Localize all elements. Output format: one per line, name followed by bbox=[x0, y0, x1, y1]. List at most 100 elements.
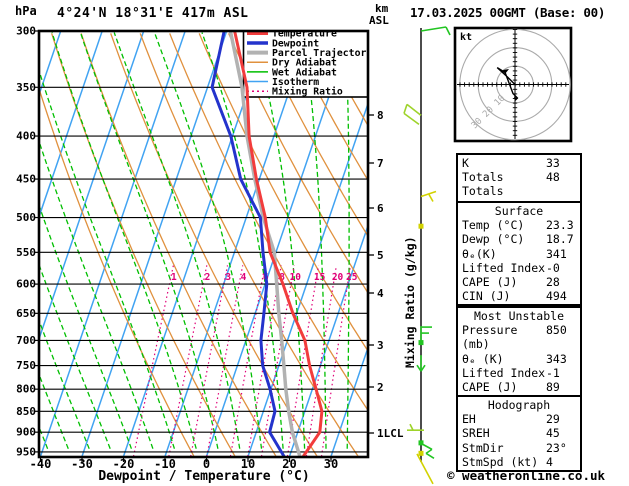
row-label: CAPE (J) bbox=[462, 275, 518, 290]
pressure-tick-label: 550 bbox=[16, 246, 36, 259]
row-value: 494 bbox=[546, 289, 567, 304]
wet-adiabat-line bbox=[51, 32, 197, 449]
row-value: 23° bbox=[546, 440, 567, 455]
table-title: Most Unstable bbox=[473, 309, 564, 323]
row-label: StmSpd (kt) bbox=[462, 454, 539, 469]
wind-barb bbox=[418, 223, 424, 229]
table-row: StmSpd (kt) 4 bbox=[458, 455, 580, 469]
mixing-ratio-value-label: 3 bbox=[225, 272, 231, 283]
pressure-tick-label: 500 bbox=[16, 211, 36, 224]
row-label: StmDir bbox=[462, 440, 504, 455]
km-tick-label: 5 bbox=[377, 249, 384, 262]
row-label: EH bbox=[462, 412, 476, 427]
pressure-tick-label: 450 bbox=[16, 173, 36, 186]
row-value: 343 bbox=[546, 351, 567, 366]
row-label: θₑ (K) bbox=[462, 351, 504, 366]
km-tick-label: 1LCL bbox=[377, 427, 404, 440]
pressure-tick-label: 650 bbox=[16, 307, 36, 320]
table-row: Dewp (°C) 18.7 bbox=[458, 232, 580, 246]
row-value: 28 bbox=[546, 275, 560, 290]
legend-item-label: Mixing Ratio bbox=[272, 86, 343, 98]
pressure-tick-label: 300 bbox=[16, 25, 36, 38]
pressure-tick-label: 400 bbox=[16, 130, 36, 143]
table-row: CAPE (J) 89 bbox=[458, 380, 580, 394]
pressure-tick-label: 850 bbox=[16, 405, 36, 418]
row-value: 341 bbox=[546, 246, 567, 261]
table-row: θₑ (K) 343 bbox=[458, 352, 580, 366]
table-row: Totals Totals 48 bbox=[458, 170, 580, 198]
altitude-unit-asl: ASL bbox=[369, 14, 389, 27]
row-label: CAPE (J) bbox=[462, 380, 518, 395]
table-title: Surface bbox=[494, 204, 544, 218]
indices-table-surface: Surface Temp (°C) 23.3 Dewp (°C) 18.7 θₑ(K) 34… bbox=[456, 201, 582, 307]
km-tick-label: 7 bbox=[377, 157, 384, 170]
mixing-ratio-value-label: 2 bbox=[205, 272, 211, 283]
mixing-ratio-value-label: 25 bbox=[346, 272, 358, 283]
wet-adiabat-line bbox=[40, 71, 176, 449]
row-value: 23.3 bbox=[546, 218, 574, 233]
table-row: SREH 45 bbox=[458, 426, 580, 440]
row-label: CIN (J) bbox=[462, 289, 511, 304]
skewt-sounding-page: 1 2 3 4 6 8 10 15 20 25 Temperature Dewpoint Parcel … bbox=[0, 0, 629, 486]
pressure-unit-label: hPa bbox=[15, 4, 37, 18]
legend: TemperatureDewpointParcel TrajectoryDry … bbox=[242, 32, 367, 98]
table-row: θₑ(K) 341 bbox=[458, 247, 580, 261]
pressure-tick-label: 700 bbox=[16, 334, 36, 347]
row-label: SREH bbox=[462, 426, 490, 441]
km-tick-label: 4 bbox=[377, 287, 384, 300]
mixing-ratio-value-label: 4 bbox=[241, 272, 247, 283]
row-label: Totals Totals bbox=[462, 170, 504, 199]
wind-barb bbox=[420, 26, 451, 36]
table-row: Temp (°C) 23.3 bbox=[458, 218, 580, 232]
row-value: 18.7 bbox=[546, 232, 574, 247]
wind-barb bbox=[403, 103, 422, 126]
table-row: K 33 bbox=[458, 156, 580, 170]
indices-table-hodograph: Hodograph EH 29 SREH 45 StmDir 23° StmSpd (kt) 4 bbox=[456, 395, 582, 473]
mixing-ratio-line bbox=[132, 265, 174, 456]
row-value: 850 bbox=[546, 323, 567, 338]
row-value: -0 bbox=[546, 260, 560, 275]
table-row: CAPE (J) 28 bbox=[458, 275, 580, 289]
table-title: Hodograph bbox=[487, 398, 551, 412]
mixing-ratio-value-label: 20 bbox=[332, 272, 344, 283]
pressure-tick-label: 900 bbox=[16, 426, 36, 439]
mixing-ratio-value-label: 10 bbox=[289, 272, 301, 283]
wet-adiabat-line bbox=[40, 321, 90, 449]
mixing-ratio-axis-title: Mixing Ratio (g/kg) bbox=[403, 236, 417, 368]
wind-barb bbox=[416, 355, 426, 372]
table-row: Lifted Index -1 bbox=[458, 366, 580, 380]
row-value: 29 bbox=[546, 412, 560, 427]
wind-barb bbox=[418, 326, 432, 346]
pressure-tick-label: 800 bbox=[16, 383, 36, 396]
row-label: Temp (°C) bbox=[462, 218, 525, 233]
pressure-tick-label: 350 bbox=[16, 81, 36, 94]
km-tick-label: 2 bbox=[377, 381, 384, 394]
isotherm-line bbox=[40, 32, 186, 456]
row-value: 45 bbox=[546, 426, 560, 441]
table-row: Pressure (mb) 850 bbox=[458, 323, 580, 351]
mixing-ratio-value-label: 1 bbox=[171, 272, 177, 283]
table-row: EH 29 bbox=[458, 412, 580, 426]
row-value: 33 bbox=[546, 156, 560, 170]
x-axis-title: Dewpoint / Temperature (°C) bbox=[98, 469, 310, 484]
table-row: CIN (J) 494 bbox=[458, 289, 580, 303]
km-tick-label: 8 bbox=[377, 109, 384, 122]
row-label: Dewp (°C) bbox=[462, 232, 525, 247]
table-row: Lifted Index -0 bbox=[458, 261, 580, 275]
row-value: 48 bbox=[546, 170, 560, 185]
hodograph: 102030kt bbox=[453, 26, 573, 143]
wind-barb bbox=[420, 190, 437, 202]
row-label: θₑ(K) bbox=[462, 246, 497, 261]
pressure-tick-label: 600 bbox=[16, 278, 36, 291]
station-title: 4°24'N 18°31'E 417m ASL bbox=[57, 6, 249, 21]
row-label: Lifted Index bbox=[462, 365, 546, 380]
table-row: StmDir 23° bbox=[458, 441, 580, 455]
row-value: -1 bbox=[546, 365, 560, 380]
km-tick-label: 6 bbox=[377, 202, 384, 215]
mixing-ratio-value-label: 15 bbox=[314, 272, 326, 283]
row-value: 4 bbox=[546, 454, 553, 469]
dry-adiabat-line bbox=[40, 89, 195, 456]
row-label: K bbox=[462, 156, 469, 170]
hodograph-unit-label: kt bbox=[460, 32, 472, 43]
pressure-tick-label: 750 bbox=[16, 359, 36, 372]
